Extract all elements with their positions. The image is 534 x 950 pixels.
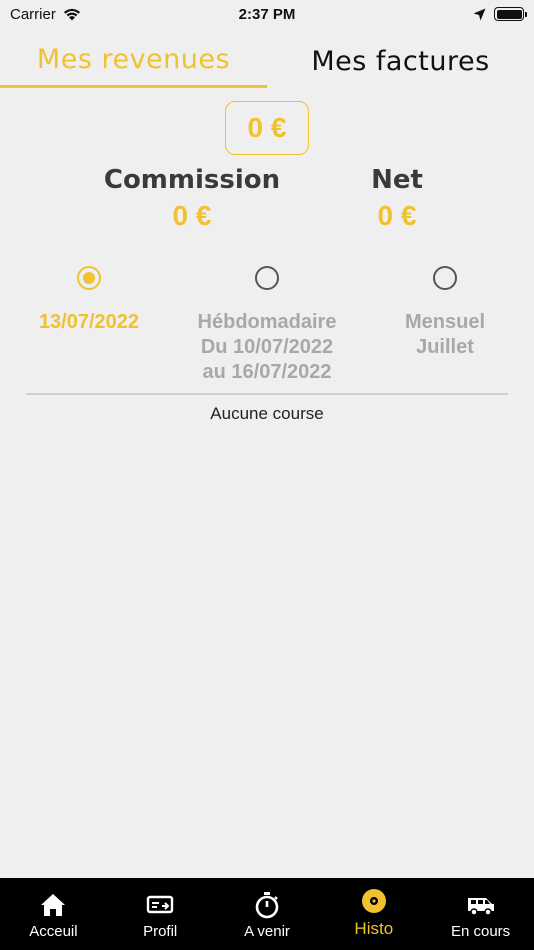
period-week-line-1: Hébdomadaire — [197, 311, 337, 333]
profile-card-icon — [145, 890, 175, 920]
nav-item-histo[interactable]: Histo — [320, 878, 427, 950]
net-value: 0 € — [377, 200, 417, 231]
battery-icon — [494, 7, 527, 21]
period-option-month[interactable]: Mensuel Juillet — [375, 266, 515, 360]
radio-week[interactable] — [255, 266, 279, 290]
period-day-line: 13/07/2022 — [38, 311, 140, 333]
period-week-line-2: Du 10/07/2022 — [200, 336, 334, 358]
commission-value: 0 € — [172, 200, 212, 231]
period-month-line-2: Juillet — [416, 336, 474, 358]
van-icon — [466, 890, 496, 920]
disc-icon — [359, 886, 389, 916]
nav-label-a-venir: A venir — [244, 923, 290, 940]
carrier-label: Carrier — [10, 5, 56, 23]
nav-item-a-venir[interactable]: A venir — [214, 878, 321, 950]
status-right — [473, 7, 527, 21]
nav-label-profil: Profil — [143, 923, 178, 940]
commission-label: Commission — [103, 165, 281, 195]
status-left: Carrier — [10, 6, 82, 23]
period-option-day[interactable]: 13/07/2022 — [9, 266, 169, 335]
nav-item-acceuil[interactable]: Acceuil — [0, 878, 107, 950]
tab-mes-revenues[interactable]: Mes revenues — [0, 34, 267, 88]
period-day-text: 13/07/2022 — [9, 310, 169, 335]
stopwatch-icon — [252, 890, 282, 920]
radio-month[interactable] — [433, 266, 457, 290]
period-week-line-3: au 16/07/2022 — [202, 361, 332, 383]
wifi-icon — [63, 8, 80, 21]
net-label: Net — [371, 165, 423, 195]
nav-item-profil[interactable]: Profil — [107, 878, 214, 950]
home-icon — [38, 890, 68, 920]
total-amount-badge: 0 € — [225, 101, 309, 155]
status-bar: Carrier 2:37 PM — [0, 0, 534, 28]
bottom-nav: Acceuil Profil A venir Histo En cours — [0, 878, 534, 950]
nav-label-en-cours: En cours — [450, 923, 511, 940]
divider — [26, 393, 508, 395]
period-option-week[interactable]: Hébdomadaire Du 10/07/2022 au 16/07/2022 — [177, 266, 357, 385]
period-month-line-1: Mensuel — [404, 311, 486, 333]
empty-state-message: Aucune course — [210, 404, 324, 423]
radio-day[interactable] — [77, 266, 101, 290]
tab-mes-factures[interactable]: Mes factures — [267, 34, 534, 88]
nav-label-histo: Histo — [354, 919, 394, 938]
battery-level — [496, 9, 522, 19]
location-arrow-icon — [473, 8, 486, 20]
nav-item-en-cours[interactable]: En cours — [427, 878, 534, 950]
nav-label-acceuil: Acceuil — [29, 923, 78, 940]
period-week-text: Hébdomadaire Du 10/07/2022 au 16/07/2022 — [177, 310, 357, 385]
top-tabs: Mes revenues Mes factures — [0, 34, 534, 88]
period-month-text: Mensuel Juillet — [375, 310, 515, 360]
